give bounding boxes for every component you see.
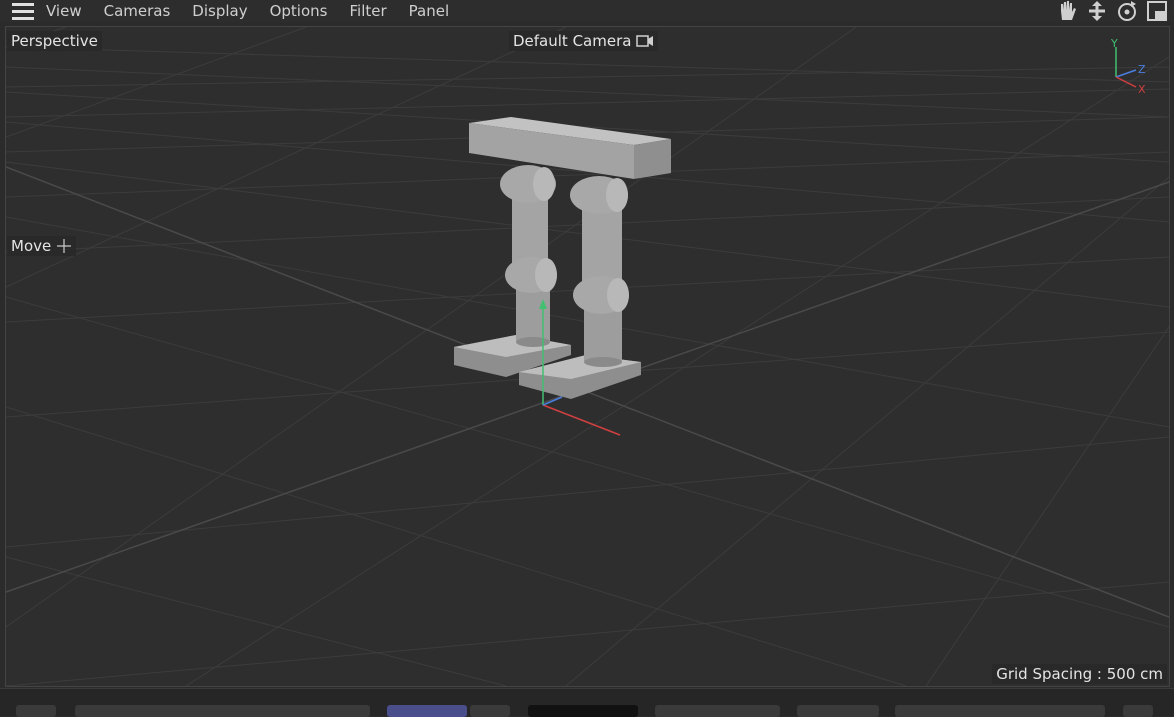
toolbar-button-group[interactable]: [75, 705, 370, 717]
camera-label[interactable]: Default Camera: [509, 31, 659, 51]
3d-model-gate[interactable]: [454, 117, 671, 436]
camera-name: Default Camera: [513, 32, 632, 50]
menu-filter[interactable]: Filter: [349, 2, 386, 20]
axis-x-label: X: [1138, 83, 1146, 96]
toolbar-button-group[interactable]: [895, 705, 1105, 717]
orbit-icon[interactable]: [1116, 0, 1138, 22]
tool-name: Move: [11, 237, 52, 255]
toolbar-button[interactable]: [16, 705, 56, 717]
menu-panel[interactable]: Panel: [409, 2, 449, 20]
toolbar-button[interactable]: [1123, 705, 1153, 717]
menu-display[interactable]: Display: [192, 2, 247, 20]
move-arrows-icon[interactable]: [1086, 0, 1108, 22]
axis-z-label: Z: [1138, 63, 1146, 76]
menu-options[interactable]: Options: [270, 2, 328, 20]
active-tool-label: Move: [7, 236, 77, 256]
menu-view[interactable]: View: [46, 2, 82, 20]
maximize-panel-icon[interactable]: [1146, 0, 1168, 22]
grid-spacing-label: Grid Spacing : 500 cm: [992, 664, 1167, 684]
viewport-scene[interactable]: Y Z X: [6, 27, 1169, 686]
projection-label[interactable]: Perspective: [7, 31, 102, 51]
camera-icon: [636, 35, 654, 47]
toolbar-active-group[interactable]: [387, 705, 467, 717]
toolbar-button-group[interactable]: [797, 705, 879, 717]
hamburger-menu-icon[interactable]: [12, 2, 34, 20]
bottom-toolbar: [0, 688, 1174, 717]
toolbar-button[interactable]: [470, 705, 510, 717]
move-tool-icon: [57, 239, 72, 253]
toolbar-field[interactable]: [528, 705, 638, 717]
3d-viewport[interactable]: Y Z X Perspective Default Camera Move Gr…: [5, 26, 1170, 687]
orientation-axes-icon: Y Z X: [1110, 37, 1146, 96]
record-button-group[interactable]: [655, 705, 780, 717]
axis-y-label: Y: [1110, 37, 1118, 50]
menu-cameras[interactable]: Cameras: [104, 2, 171, 20]
viewport-menu-bar: View Cameras Display Options Filter Pane…: [0, 0, 1174, 22]
hand-pan-icon[interactable]: [1056, 0, 1078, 22]
